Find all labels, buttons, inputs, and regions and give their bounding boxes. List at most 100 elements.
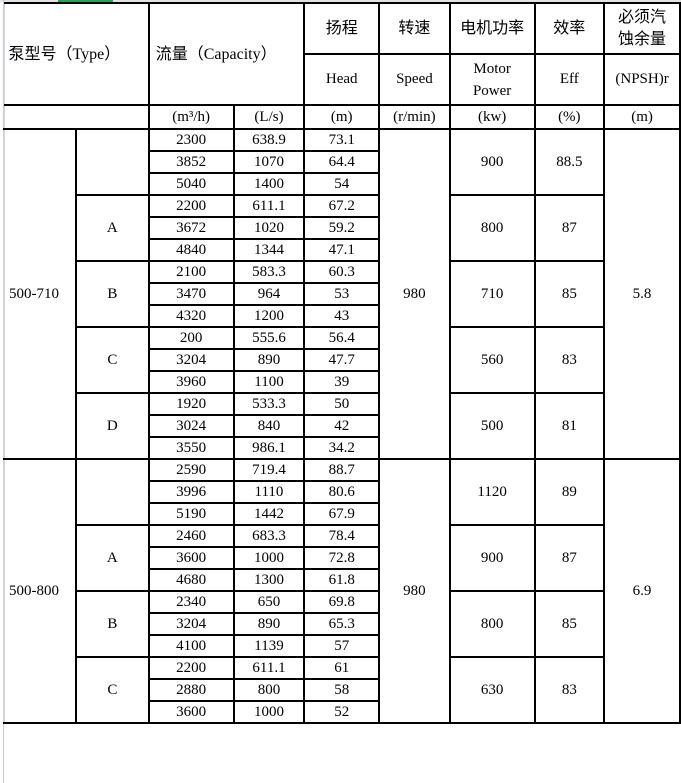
npsh-header-cn: 必须汽蚀余量 xyxy=(603,2,681,55)
head-cell: 43 xyxy=(303,304,381,328)
eff-cell: 87 xyxy=(533,194,606,262)
head-cell: 80.6 xyxy=(303,480,381,504)
flow-ls-cell: 1070 xyxy=(232,150,306,174)
capacity-header: 流量（Capacity） xyxy=(147,2,306,106)
head-cell: 64.4 xyxy=(303,150,381,174)
unit-npsh: (m) xyxy=(603,104,681,130)
flow-m3h-cell: 4840 xyxy=(147,238,235,262)
flow-ls-cell: 890 xyxy=(232,348,306,372)
head-cell: 50 xyxy=(303,392,381,416)
power-cell: 800 xyxy=(448,194,536,262)
flow-m3h-cell: 2460 xyxy=(147,524,235,548)
speed-header-cn: 转速 xyxy=(378,2,451,55)
flow-m3h-cell: 1920 xyxy=(147,392,235,416)
eff-cell: 83 xyxy=(533,326,606,394)
flow-m3h-cell: 3024 xyxy=(147,414,235,438)
flow-ls-cell: 1000 xyxy=(232,700,306,724)
type-units-blank xyxy=(3,104,150,130)
power-cell: 1120 xyxy=(448,458,536,526)
head-cell: 59.2 xyxy=(303,216,381,240)
flow-ls-cell: 1300 xyxy=(232,568,306,592)
flow-m3h-cell: 4320 xyxy=(147,304,235,328)
head-cell: 61 xyxy=(303,656,381,680)
flow-m3h-cell: 5040 xyxy=(147,172,235,196)
npsh-header-en: (NPSH)r xyxy=(603,53,681,106)
power-cell: 900 xyxy=(448,128,536,196)
head-cell: 52 xyxy=(303,700,381,724)
eff-cell: 89 xyxy=(533,458,606,526)
flow-m3h-cell: 3204 xyxy=(147,612,235,636)
table-row: B 2100 583.3 60.3 710 85 xyxy=(4,260,680,328)
flow-ls-cell: 1110 xyxy=(232,480,306,504)
head-cell: 60.3 xyxy=(303,260,381,284)
flow-m3h-cell: 2200 xyxy=(147,194,235,218)
flow-m3h-cell: 2590 xyxy=(147,458,235,482)
variant-cell: C xyxy=(74,656,150,724)
flow-m3h-cell: 3204 xyxy=(147,348,235,372)
flow-ls-cell: 650 xyxy=(232,590,306,614)
head-cell: 56.4 xyxy=(303,326,381,350)
flow-m3h-cell: 3600 xyxy=(147,546,235,570)
flow-ls-cell: 964 xyxy=(232,282,306,306)
flow-m3h-cell: 3470 xyxy=(147,282,235,306)
head-cell: 73.1 xyxy=(303,128,381,152)
speed-cell: 980 xyxy=(378,128,451,460)
flow-ls-cell: 1400 xyxy=(232,172,306,196)
flow-m3h-cell: 2100 xyxy=(147,260,235,284)
head-cell: 65.3 xyxy=(303,612,381,636)
variant-cell: B xyxy=(74,590,150,658)
head-cell: 78.4 xyxy=(303,524,381,548)
flow-ls-cell: 583.3 xyxy=(232,260,306,284)
eff-header-en: Eff xyxy=(533,53,606,106)
head-cell: 53 xyxy=(303,282,381,306)
flow-ls-cell: 683.3 xyxy=(232,524,306,548)
flow-ls-cell: 890 xyxy=(232,612,306,636)
head-cell: 61.8 xyxy=(303,568,381,592)
variant-cell: D xyxy=(74,392,150,460)
flow-ls-cell: 1100 xyxy=(232,370,306,394)
flow-m3h-cell: 3600 xyxy=(147,700,235,724)
head-cell: 54 xyxy=(303,172,381,196)
flow-m3h-cell: 3550 xyxy=(147,436,235,460)
flow-ls-cell: 611.1 xyxy=(232,194,306,218)
flow-m3h-cell: 3852 xyxy=(147,150,235,174)
eff-header-cn: 效率 xyxy=(533,2,606,55)
table-row: B 2340 650 69.8 800 85 xyxy=(4,590,680,658)
head-header-cn: 扬程 xyxy=(303,2,381,55)
speed-header-en: Speed xyxy=(378,53,451,106)
model-cell: 500-800 xyxy=(3,458,77,724)
flow-ls-cell: 1020 xyxy=(232,216,306,240)
unit-power: (kw) xyxy=(448,104,536,130)
eff-cell: 81 xyxy=(533,392,606,460)
unit-eff: (%) xyxy=(533,104,606,130)
variant-cell: C xyxy=(74,326,150,394)
power-header-cn: 电机功率 xyxy=(448,2,536,55)
power-cell: 630 xyxy=(448,656,536,724)
pump-spec-table: 泵型号（Type） 流量（Capacity） 扬程 转速 电机功率 效率 必须汽… xyxy=(3,2,681,724)
npsh-cell: 5.8 xyxy=(603,128,681,460)
unit-flow-m3h: (m³/h) xyxy=(147,104,235,130)
flow-m3h-cell: 4680 xyxy=(147,568,235,592)
head-cell: 57 xyxy=(303,634,381,658)
flow-m3h-cell: 4100 xyxy=(147,634,235,658)
flow-ls-cell: 1344 xyxy=(232,238,306,262)
unit-speed: (r/min) xyxy=(378,104,451,130)
eff-cell: 85 xyxy=(533,590,606,658)
flow-m3h-cell: 2880 xyxy=(147,678,235,702)
flow-m3h-cell: 3672 xyxy=(147,216,235,240)
model-cell: 500-710 xyxy=(3,128,77,460)
power-header-en: Motor Power xyxy=(448,53,536,106)
table-row: C 200 555.6 56.4 560 83 xyxy=(4,326,680,394)
variant-cell xyxy=(74,128,150,196)
table-row: D 1920 533.3 50 500 81 xyxy=(4,392,680,460)
power-cell: 710 xyxy=(448,260,536,328)
head-cell: 47.1 xyxy=(303,238,381,262)
flow-ls-cell: 1139 xyxy=(232,634,306,658)
unit-flow-ls: (L/s) xyxy=(232,104,306,130)
flow-m3h-cell: 2200 xyxy=(147,656,235,680)
flow-ls-cell: 840 xyxy=(232,414,306,438)
eff-cell: 85 xyxy=(533,260,606,328)
head-cell: 67.2 xyxy=(303,194,381,218)
flow-ls-cell: 555.6 xyxy=(232,326,306,350)
flow-ls-cell: 986.1 xyxy=(232,436,306,460)
